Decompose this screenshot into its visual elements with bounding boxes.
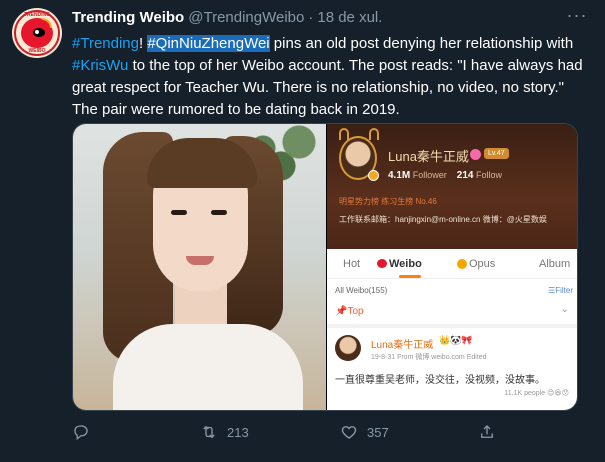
post-meta: 19-8-31 From 微博 weibo.com Edited [371,354,487,361]
panel-divider [327,324,577,328]
author-name[interactable]: Trending Weibo [72,9,184,26]
author-avatar[interactable]: TRENDING WEIBO [12,8,62,58]
share-icon [481,425,493,438]
share-button[interactable] [478,420,496,444]
post-likes: 11.1K people 😊😆😯 [504,389,569,397]
post-likes-text: 11.1K people [504,390,546,397]
hashtag-trending[interactable]: #Trending [72,35,139,52]
more-options-icon[interactable]: ··· [565,6,589,28]
post-text: 一直很尊重吴老师，没交往，没视频，没故事。 [335,375,545,386]
weibo-tabs: Hot Weibo Opus Album [327,249,577,279]
all-weibo-count: All Weibo(155) [335,286,388,295]
profile-stats: 4.1M Follower 214 Follow [388,170,502,181]
photo-eye-right [211,210,227,215]
tweet-text-segment: to the top of her Weibo account. The pos… [72,57,583,118]
avatar-logo-highlight [35,30,39,34]
weibo-icon [377,259,387,268]
like-count: 357 [367,424,389,440]
tweet-text-segment: pins an old post denying her relationshi… [269,35,574,52]
antler-right-icon [369,128,379,140]
reaction-emoji-icon: 😊😆😯 [547,390,569,397]
retweet-icon [203,425,215,439]
header-separator: · [308,9,314,26]
media-weibo-post-panel[interactable]: Hot Weibo Opus Album All Weibo(155) ☰Fil… [327,249,577,410]
following-value: 214 [456,170,474,181]
media-photo-portrait[interactable] [73,124,326,410]
tab-hot: Hot [343,258,361,270]
retweet-button[interactable]: 213 [200,420,249,444]
avatar-text-bottom: WEIBO [28,48,46,54]
filter-label: ☰Filter [548,286,573,295]
profile-badge-icon [470,149,481,160]
like-button[interactable]: 357 [340,420,389,444]
photo-eye-left [171,210,187,215]
profile-rank: 明星势力榜 练习生榜 No.46 [339,197,437,206]
retweet-count: 213 [227,424,249,440]
post-author-emoji: 👑🐼🎀 [439,335,473,345]
profile-name: Luna秦牛正威 [388,149,469,164]
tweet-card[interactable]: TRENDING WEIBO Trending Weibo @TrendingW… [0,0,605,462]
hashtag-kriswu[interactable]: #KrisWu [72,57,128,74]
author-handle[interactable]: @TrendingWeibo [188,9,304,26]
followers-value: 4.1M [388,170,411,181]
opus-icon [457,259,467,269]
followers-label: Follower [412,170,447,180]
following-label: Follow [475,170,502,180]
tweet-media[interactable]: Luna秦牛正威 Lv.47 4.1M Follower 214 Follow … [72,123,578,411]
hashtag-qinniuzhengwei[interactable]: #QinNiuZhengWei [147,35,270,52]
photo-shirt [113,324,303,410]
tab-album: Album [539,258,571,270]
top-label: Top [347,306,364,317]
tweet-text: #Trending! #QinNiuZhengWei pins an old p… [72,33,592,121]
photo-bangs [147,138,257,188]
heart-icon [341,426,357,439]
pinned-top-label: 📌Top [335,306,364,317]
post-avatar [335,335,361,361]
profile-level-badge: Lv.47 [484,148,509,159]
tweet-actions: 213 357 [72,420,512,444]
tweet-date[interactable]: 18 de xul. [317,9,382,26]
media-weibo-profile[interactable]: Luna秦牛正威 Lv.47 4.1M Follower 214 Follow … [327,124,577,249]
reply-button[interactable] [72,420,99,444]
verified-badge-icon [368,170,379,181]
reply-icon [74,425,88,441]
tab-weibo: Weibo [389,258,422,270]
profile-info: 工作联系邮箱：hanjingxin@m-online.cn 微博：@火星数娱 [339,215,547,224]
post-author-name: Luna秦牛正威 [371,340,434,351]
tweet-header: Trending Weibo @TrendingWeibo · 18 de xu… [72,9,585,29]
chevron-down-icon: ⌄ [560,304,569,315]
active-tab-underline [399,275,421,278]
tab-opus: Opus [469,258,496,270]
avatar-text-top: TRENDING [23,12,51,18]
